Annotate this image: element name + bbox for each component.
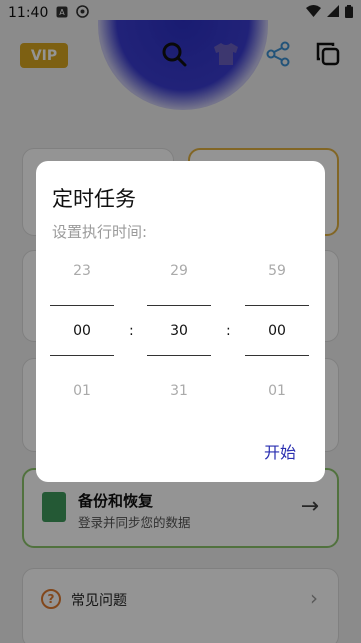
hour-current[interactable]: 00: [50, 323, 114, 339]
second-prev[interactable]: 59: [245, 263, 309, 279]
minute-divider-top: [147, 305, 211, 306]
minute-next[interactable]: 31: [147, 383, 211, 399]
minute-divider-bottom: [147, 355, 211, 356]
dialog-subtitle: 设置执行时间:: [52, 223, 148, 241]
start-button[interactable]: 开始: [264, 439, 296, 463]
minute-prev[interactable]: 29: [147, 263, 211, 279]
minute-current[interactable]: 30: [147, 323, 211, 339]
hour-next[interactable]: 01: [50, 383, 114, 399]
time-separator: :: [226, 323, 231, 339]
time-separator: :: [129, 323, 134, 339]
scheduled-task-dialog: 定时任务 设置执行时间: 23 00 01 : 29 30 31 : 59 00…: [36, 161, 325, 482]
hour-picker[interactable]: 23 00 01: [50, 255, 114, 405]
dialog-title: 定时任务: [52, 187, 136, 211]
hour-divider-top: [50, 305, 114, 306]
second-current[interactable]: 00: [245, 323, 309, 339]
second-divider-top: [245, 305, 309, 306]
minute-picker[interactable]: 29 30 31: [147, 255, 211, 405]
second-picker[interactable]: 59 00 01: [245, 255, 309, 405]
hour-prev[interactable]: 23: [50, 263, 114, 279]
second-next[interactable]: 01: [245, 383, 309, 399]
second-divider-bottom: [245, 355, 309, 356]
hour-divider-bottom: [50, 355, 114, 356]
